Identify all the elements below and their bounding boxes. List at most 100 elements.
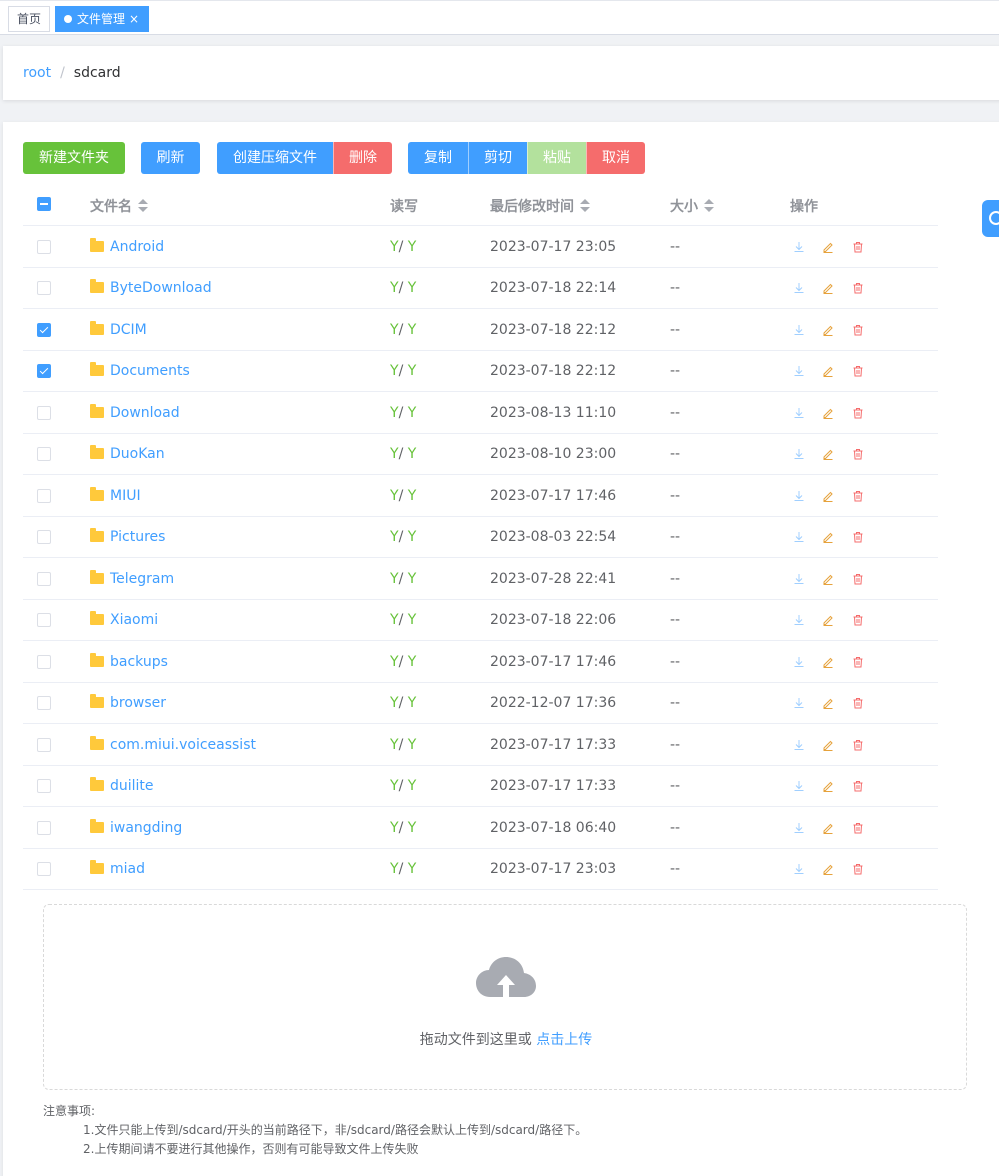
table-row[interactable]: DCIM Y/ Y 2023-07-18 22:12 -- bbox=[23, 309, 938, 351]
file-name-link[interactable]: DuoKan bbox=[90, 445, 165, 462]
row-checkbox[interactable] bbox=[37, 239, 51, 254]
upload-click-link[interactable]: 点击上传 bbox=[536, 1032, 592, 1048]
refresh-button[interactable]: 刷新 bbox=[141, 142, 200, 174]
row-checkbox[interactable] bbox=[37, 364, 51, 378]
table-row[interactable]: duilite Y/ Y 2023-07-17 17:33 -- bbox=[23, 766, 938, 807]
file-name-link[interactable]: duilite bbox=[90, 777, 154, 794]
edit-icon[interactable] bbox=[822, 697, 834, 709]
edit-icon[interactable] bbox=[822, 739, 834, 751]
row-checkbox[interactable] bbox=[37, 654, 51, 669]
edit-icon[interactable] bbox=[822, 573, 834, 585]
settings-drawer-handle[interactable] bbox=[982, 200, 999, 237]
table-row[interactable]: Android Y/ Y 2023-07-17 23:05 -- bbox=[23, 226, 938, 268]
file-name-link[interactable]: Android bbox=[90, 237, 164, 255]
edit-icon[interactable] bbox=[822, 324, 834, 336]
sort-icon[interactable] bbox=[138, 199, 148, 213]
create-zip-button[interactable]: 创建压缩文件 bbox=[217, 142, 333, 174]
edit-icon[interactable] bbox=[822, 490, 834, 502]
trash-icon[interactable] bbox=[852, 780, 864, 792]
table-row[interactable]: Telegram Y/ Y 2023-07-28 22:41 -- bbox=[23, 558, 938, 600]
file-name-link[interactable]: miad bbox=[90, 860, 145, 877]
row-checkbox[interactable] bbox=[37, 488, 51, 503]
table-row[interactable]: iwangding Y/ Y 2023-07-18 06:40 -- bbox=[23, 807, 938, 849]
table-row[interactable]: ByteDownload Y/ Y 2023-07-18 22:14 -- bbox=[23, 268, 938, 309]
file-name-link[interactable]: MIUI bbox=[90, 486, 141, 504]
trash-icon[interactable] bbox=[852, 365, 864, 377]
download-icon[interactable] bbox=[793, 282, 805, 294]
file-name-link[interactable]: browser bbox=[90, 694, 166, 711]
download-icon[interactable] bbox=[793, 739, 805, 751]
row-checkbox[interactable] bbox=[37, 447, 51, 461]
trash-icon[interactable] bbox=[852, 324, 864, 336]
table-row[interactable]: miad Y/ Y 2023-07-17 23:03 -- bbox=[23, 849, 938, 890]
file-name-link[interactable]: iwangding bbox=[90, 818, 182, 836]
trash-icon[interactable] bbox=[852, 697, 864, 709]
copy-button[interactable]: 复制 bbox=[408, 142, 468, 174]
row-checkbox[interactable] bbox=[37, 281, 51, 295]
trash-icon[interactable] bbox=[852, 282, 864, 294]
cancel-button[interactable]: 取消 bbox=[586, 142, 645, 174]
edit-icon[interactable] bbox=[822, 614, 834, 626]
row-checkbox[interactable] bbox=[37, 779, 51, 793]
table-row[interactable]: Download Y/ Y 2023-08-13 11:10 -- bbox=[23, 392, 938, 434]
row-checkbox[interactable] bbox=[37, 737, 51, 752]
file-name-link[interactable]: com.miui.voiceassist bbox=[90, 735, 256, 753]
trash-icon[interactable] bbox=[852, 739, 864, 751]
download-icon[interactable] bbox=[793, 365, 805, 377]
select-all-checkbox[interactable] bbox=[37, 197, 51, 211]
edit-icon[interactable] bbox=[822, 780, 834, 792]
table-row[interactable]: Pictures Y/ Y 2023-08-03 22:54 -- bbox=[23, 517, 938, 558]
header-size[interactable]: 大小 bbox=[670, 196, 714, 216]
table-row[interactable]: Xiaomi Y/ Y 2023-07-18 22:06 -- bbox=[23, 600, 938, 641]
row-checkbox[interactable] bbox=[37, 696, 51, 710]
table-row[interactable]: com.miui.voiceassist Y/ Y 2023-07-17 17:33… bbox=[23, 724, 938, 766]
edit-icon[interactable] bbox=[822, 282, 834, 294]
file-name-link[interactable]: backups bbox=[90, 652, 168, 670]
edit-icon[interactable] bbox=[822, 448, 834, 460]
new-folder-button[interactable]: 新建文件夹 bbox=[23, 142, 125, 174]
download-icon[interactable] bbox=[793, 448, 805, 460]
breadcrumb-root[interactable]: root bbox=[23, 65, 51, 81]
trash-icon[interactable] bbox=[852, 573, 864, 585]
file-name-link[interactable]: Download bbox=[90, 403, 180, 421]
trash-icon[interactable] bbox=[852, 241, 864, 253]
upload-dropzone[interactable]: 拖动文件到这里或 点击上传 bbox=[43, 904, 967, 1090]
tab-home[interactable]: 首页 bbox=[8, 6, 50, 32]
download-icon[interactable] bbox=[793, 780, 805, 792]
row-checkbox[interactable] bbox=[37, 613, 51, 627]
sort-icon[interactable] bbox=[580, 199, 590, 213]
edit-icon[interactable] bbox=[822, 822, 834, 834]
download-icon[interactable] bbox=[793, 656, 805, 668]
row-checkbox[interactable] bbox=[37, 862, 51, 876]
trash-icon[interactable] bbox=[852, 656, 864, 668]
table-row[interactable]: DuoKan Y/ Y 2023-08-10 23:00 -- bbox=[23, 434, 938, 475]
edit-icon[interactable] bbox=[822, 365, 834, 377]
file-name-link[interactable]: DCIM bbox=[90, 320, 147, 338]
table-row[interactable]: backups Y/ Y 2023-07-17 17:46 -- bbox=[23, 641, 938, 683]
row-checkbox[interactable] bbox=[37, 820, 51, 835]
row-checkbox[interactable] bbox=[37, 571, 51, 586]
sort-icon[interactable] bbox=[704, 199, 714, 213]
tab-file-manager[interactable]: 文件管理 × bbox=[55, 6, 149, 32]
file-name-link[interactable]: Telegram bbox=[90, 569, 174, 587]
trash-icon[interactable] bbox=[852, 614, 864, 626]
table-row[interactable]: Documents Y/ Y 2023-07-18 22:12 -- bbox=[23, 351, 938, 392]
header-name[interactable]: 文件名 bbox=[90, 196, 148, 216]
download-icon[interactable] bbox=[793, 614, 805, 626]
download-icon[interactable] bbox=[793, 407, 805, 419]
edit-icon[interactable] bbox=[822, 656, 834, 668]
download-icon[interactable] bbox=[793, 324, 805, 336]
header-modified[interactable]: 最后修改时间 bbox=[490, 196, 590, 216]
cut-button[interactable]: 剪切 bbox=[468, 142, 527, 174]
file-name-link[interactable]: Documents bbox=[90, 362, 190, 379]
edit-icon[interactable] bbox=[822, 407, 834, 419]
table-row[interactable]: browser Y/ Y 2022-12-07 17:36 -- bbox=[23, 683, 938, 724]
trash-icon[interactable] bbox=[852, 490, 864, 502]
download-icon[interactable] bbox=[793, 573, 805, 585]
trash-icon[interactable] bbox=[852, 863, 864, 875]
download-icon[interactable] bbox=[793, 490, 805, 502]
row-checkbox[interactable] bbox=[37, 405, 51, 420]
trash-icon[interactable] bbox=[852, 407, 864, 419]
edit-icon[interactable] bbox=[822, 531, 834, 543]
file-name-link[interactable]: Xiaomi bbox=[90, 611, 158, 628]
